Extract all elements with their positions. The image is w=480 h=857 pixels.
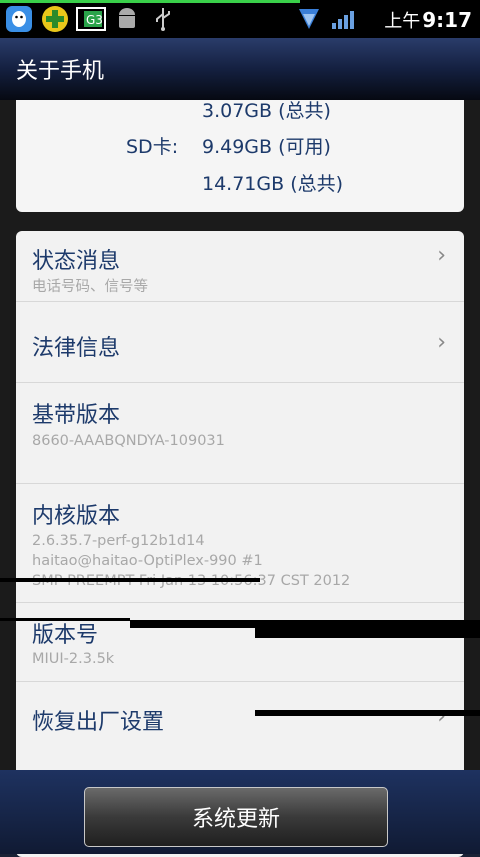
content-area[interactable]: 3.07GB (总共) SD卡: 9.49GB (可用) 14.71GB (总共…	[0, 100, 480, 857]
chevron-right-icon: ›	[437, 243, 446, 268]
g3-icon: G3	[76, 4, 106, 34]
svg-text:G3: G3	[86, 13, 103, 27]
list-item-sub: 8660-AAABQNDYA-109031	[32, 433, 225, 449]
list-item-legal[interactable]: 法律信息 ›	[16, 302, 464, 383]
chevron-right-icon: ›	[437, 330, 446, 355]
qq-icon	[4, 4, 34, 34]
list-item-kernel: 内核版本 2.6.35.7-perf-g12b1d14 haitao@haita…	[16, 484, 464, 603]
list-item-label: 内核版本	[32, 504, 121, 529]
storage-total-value: 3.07GB (总共)	[202, 100, 331, 122]
system-icons	[298, 6, 360, 36]
sd-total-value: 14.71GB (总共)	[202, 173, 344, 195]
list-item-factory-reset[interactable]: 恢复出厂设置 ›	[16, 682, 464, 762]
page-title: 关于手机	[16, 59, 105, 84]
add-app-icon	[40, 4, 70, 34]
chevron-right-icon: ›	[437, 704, 446, 729]
scan-artifact	[0, 578, 260, 582]
status-bar: G3 上午 9:17	[0, 0, 480, 38]
scan-artifact	[0, 618, 130, 621]
list-item-baseband: 基带版本 8660-AAABQNDYA-109031	[16, 383, 464, 484]
signal-icon	[330, 7, 360, 35]
scan-artifact	[255, 710, 480, 716]
title-bar: 关于手机	[0, 38, 480, 100]
notification-icons: G3	[4, 4, 178, 34]
list-item-sub: haitao@haitao-OptiPlex-990 #1	[32, 553, 263, 569]
clock: 上午 9:17	[384, 7, 472, 33]
list-item-build: 版本号 MIUI-2.3.5k	[16, 603, 464, 682]
storage-card: 3.07GB (总共) SD卡: 9.49GB (可用) 14.71GB (总共…	[16, 100, 464, 212]
time-value: 9:17	[422, 8, 472, 32]
list-item-sub: 2.6.35.7-perf-g12b1d14	[32, 533, 205, 549]
list-item-label: 状态消息	[32, 249, 121, 274]
sd-card-label: SD卡:	[126, 136, 179, 158]
list-item-label: 基带版本	[32, 403, 121, 428]
scan-artifact	[130, 620, 480, 628]
settings-list: 状态消息 电话号码、信号等 › 法律信息 › 基带版本 8660-AAABQND…	[16, 231, 464, 857]
list-item-label: 版本号	[32, 623, 99, 648]
system-update-button[interactable]: 系统更新	[84, 787, 388, 847]
android-icon	[112, 4, 142, 34]
list-item-label: 法律信息	[32, 336, 121, 361]
list-item-sub: 电话号码、信号等	[32, 279, 148, 295]
list-item-sub: MIUI-2.3.5k	[32, 651, 115, 667]
time-period: 上午	[384, 11, 421, 32]
list-item-label: 恢复出厂设置	[32, 710, 165, 735]
wifi-icon	[298, 6, 320, 36]
usb-icon	[148, 4, 178, 34]
list-item-status[interactable]: 状态消息 电话号码、信号等 ›	[16, 231, 464, 302]
scan-artifact	[255, 628, 480, 638]
sd-available-value: 9.49GB (可用)	[202, 136, 331, 158]
bottom-bar: 系统更新	[0, 770, 480, 854]
progress-line	[0, 0, 300, 3]
